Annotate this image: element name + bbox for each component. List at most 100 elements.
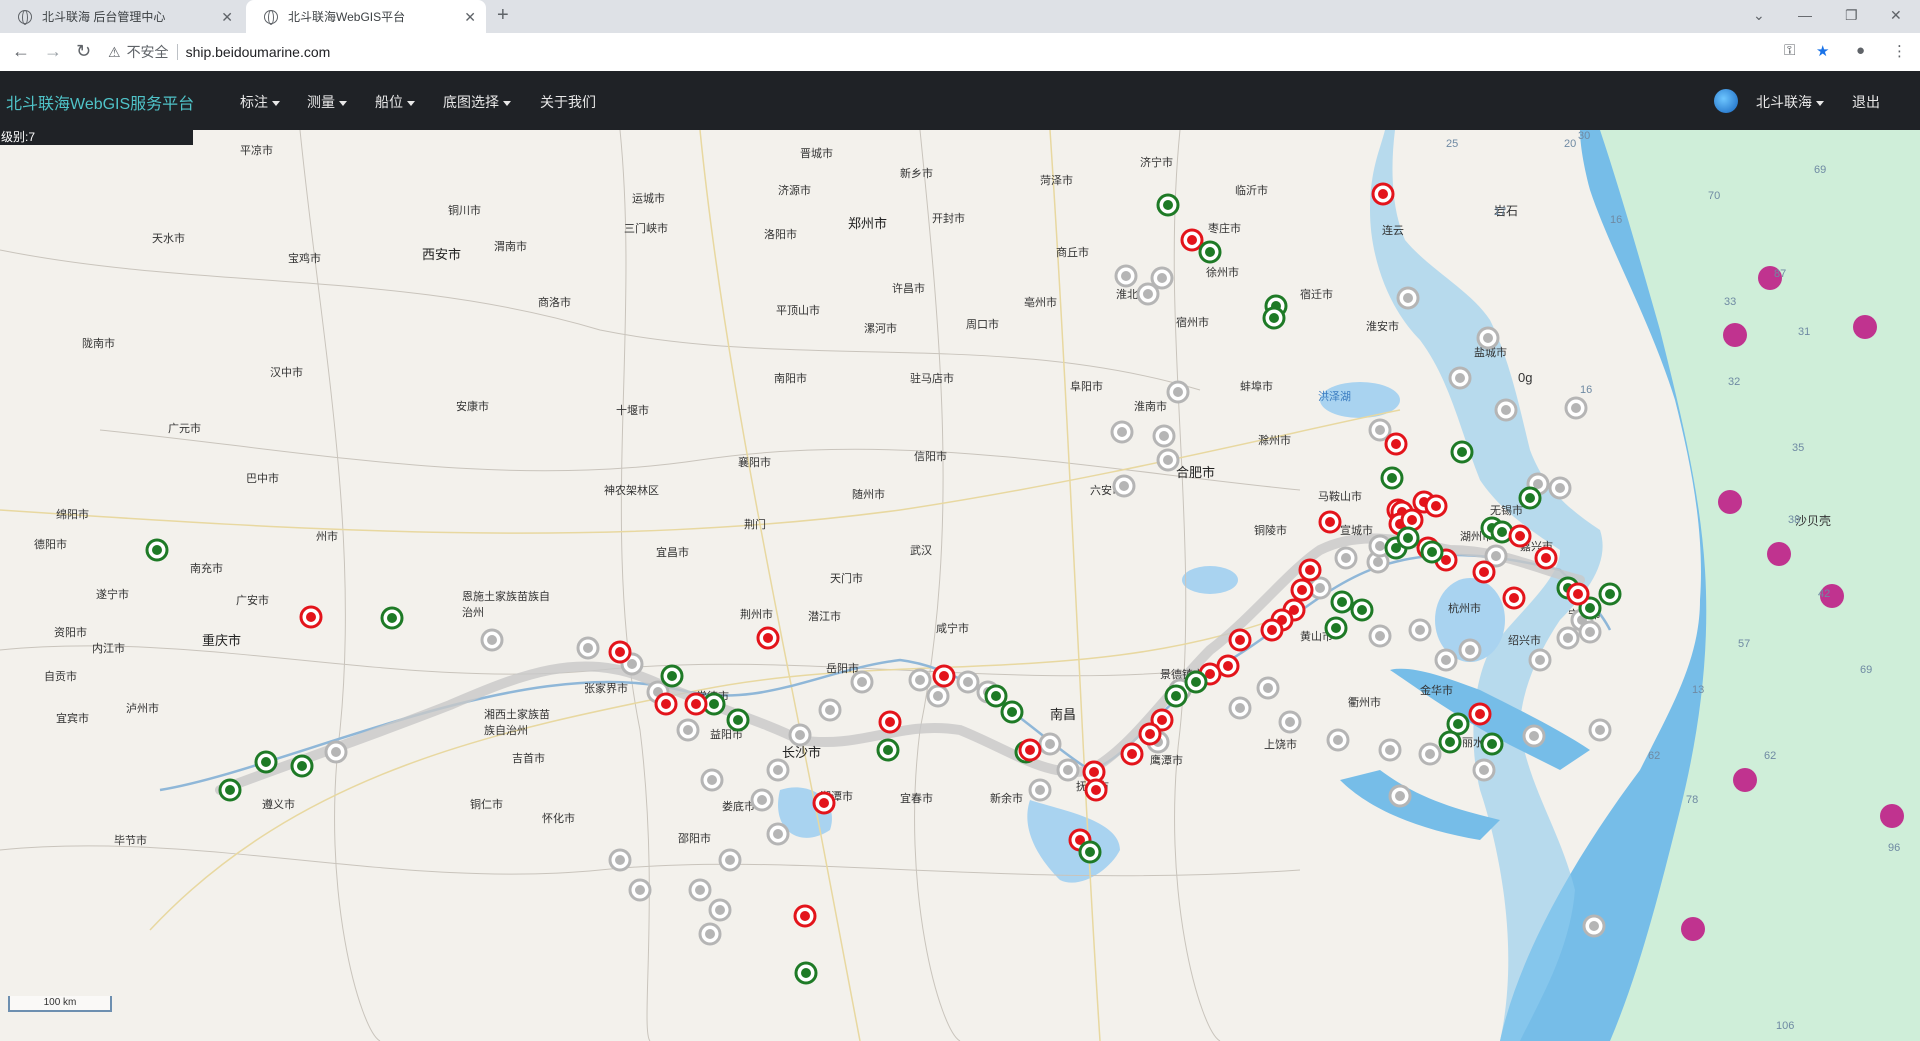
place-label: 毕节市 <box>114 835 147 847</box>
warning-icon[interactable]: ⚠ <box>108 44 121 61</box>
place-label: 无锡市 <box>1490 505 1523 517</box>
user-avatar[interactable] <box>1714 89 1738 113</box>
scale-bar: 100 km <box>8 996 112 1012</box>
depth-number: 69 <box>1860 664 1873 676</box>
browser-tab-admin[interactable]: 北斗联海 后台管理中心 ✕ <box>0 0 243 33</box>
back-icon[interactable]: ← <box>12 41 30 62</box>
address-bar: ← → ↻ ⚠ 不安全 ship.beidoumarine.com ⚿ ★ ● … <box>0 33 1920 72</box>
menu-annotate[interactable]: 标注 <box>240 92 280 112</box>
close-tab-icon[interactable]: ✕ <box>464 9 476 26</box>
key-icon[interactable]: ⚿ <box>1784 42 1795 59</box>
close-window-icon[interactable]: ✕ <box>1890 0 1902 30</box>
tab-title: 北斗联海WebGIS平台 <box>288 10 406 24</box>
place-label: 晋城市 <box>800 148 833 160</box>
place-label: 广安市 <box>236 595 269 607</box>
depth-number: 38 <box>1788 514 1801 526</box>
place-label: 宿迁市 <box>1300 289 1333 301</box>
depth-number: 13 <box>1692 684 1705 696</box>
place-label: 驻马店市 <box>910 373 954 385</box>
place-label: 荆州市 <box>740 609 773 621</box>
place-label: 天门市 <box>830 573 863 585</box>
place-label: 运城市 <box>632 193 665 205</box>
place-label: 洛阳市 <box>764 229 797 241</box>
lake-label: 洪泽湖 <box>1318 391 1351 403</box>
profile-icon[interactable]: ● <box>1856 42 1865 59</box>
logout-link[interactable]: 退出 <box>1852 92 1880 112</box>
place-label: 十堰市 <box>616 405 649 417</box>
place-label: 宜宾市 <box>56 713 89 725</box>
poyang-lake <box>1027 800 1120 883</box>
globe-icon <box>18 9 32 25</box>
place-label: 陇南市 <box>82 338 115 350</box>
restore-icon[interactable]: ❐ <box>1845 0 1858 30</box>
place-label: 衢州市 <box>1348 697 1381 709</box>
depth-number: 78 <box>1686 794 1699 806</box>
place-label: 娄底市 <box>722 801 755 813</box>
depth-number: 62 <box>1764 750 1777 762</box>
bookmark-star-icon[interactable]: ★ <box>1816 42 1829 60</box>
new-tab-icon[interactable]: + <box>497 4 509 27</box>
place-label: 绵阳市 <box>56 509 89 521</box>
place-label: 景德镇市 <box>1160 669 1204 681</box>
depth-number: 30 <box>1578 130 1591 142</box>
place-label: 巴中市 <box>246 473 279 485</box>
insecure-label[interactable]: 不安全 <box>127 42 169 62</box>
zoom-level-indicator: 级别:7 <box>0 130 193 145</box>
url-text[interactable]: ship.beidoumarine.com <box>186 44 331 60</box>
browser-tab-webgis[interactable]: 北斗联海WebGIS平台 ✕ <box>246 0 486 33</box>
place-label: 抚州市 <box>1076 781 1109 793</box>
place-label: 亳州市 <box>1024 297 1057 309</box>
place-label: 商洛市 <box>538 297 571 309</box>
taihu-lake <box>1435 578 1505 662</box>
menu-about[interactable]: 关于我们 <box>540 92 596 112</box>
province-borders <box>0 130 1301 1041</box>
place-label: 南充市 <box>190 563 223 575</box>
brand-title[interactable]: 北斗联海WebGIS服务平台 <box>6 90 194 114</box>
depth-number: 106 <box>1776 1020 1795 1032</box>
menu-label: 标注 <box>240 94 268 110</box>
minimize-icon[interactable]: — <box>1798 0 1812 30</box>
app-navbar: 北斗联海WebGIS服务平台 标注 测量 船位 底图选择 关于我们 北斗联海 退… <box>0 71 1920 130</box>
tab-title: 北斗联海 后台管理中心 <box>42 10 166 24</box>
reload-icon[interactable]: ↻ <box>76 41 91 62</box>
menu-measure[interactable]: 测量 <box>307 92 347 112</box>
place-label: 鹰潭市 <box>1150 755 1183 767</box>
place-label: 菏泽市 <box>1040 175 1073 187</box>
place-label: 淮安市 <box>1366 321 1399 333</box>
menu-dots-icon[interactable]: ⋮ <box>1892 42 1907 60</box>
depth-number: 33 <box>1724 296 1737 308</box>
place-label: 襄阳市 <box>738 457 771 469</box>
forward-icon[interactable]: → <box>44 41 62 62</box>
depth-number: 70 <box>1708 190 1721 202</box>
place-label: 漯河市 <box>864 323 897 335</box>
caret-down-icon <box>407 100 415 106</box>
user-name: 北斗联海 <box>1756 94 1812 110</box>
globe-icon <box>264 9 278 25</box>
caret-down-icon <box>1816 100 1824 106</box>
place-label: 济宁市 <box>1140 157 1173 169</box>
menu-basemap[interactable]: 底图选择 <box>443 92 511 112</box>
menu-ship-position[interactable]: 船位 <box>375 92 415 112</box>
place-label: 合肥市 <box>1176 465 1216 480</box>
place-label: 商丘市 <box>1056 247 1089 259</box>
place-label: 上饶市 <box>1264 739 1297 751</box>
depth-number: 31 <box>1798 326 1811 338</box>
basemap-svg <box>0 130 1920 1041</box>
url-field[interactable]: ⚠ 不安全 ship.beidoumarine.com <box>108 38 1808 66</box>
close-tab-icon[interactable]: ✕ <box>221 9 233 26</box>
place-label: 新余市 <box>990 793 1023 805</box>
place-label: 淮南市 <box>1134 401 1167 413</box>
place-label: 绍兴市 <box>1508 635 1541 647</box>
place-label: 遵义市 <box>262 799 295 811</box>
depth-number: 42 <box>1818 588 1831 600</box>
place-label: 宜昌市 <box>656 547 689 559</box>
place-label: 平顶山市 <box>776 305 820 317</box>
tab-search-icon[interactable]: ⌄ <box>1753 0 1765 30</box>
place-label: 枣庄市 <box>1208 223 1241 235</box>
map-canvas[interactable]: 级别:7 平凉市 晋城市 新乡市 济宁市 菏泽市 临沂市 铜川市 运城市 济源市… <box>0 130 1920 1041</box>
place-label: 潜江市 <box>808 611 841 623</box>
place-label: 嘉兴市 <box>1520 541 1553 553</box>
place-label: 宝鸡市 <box>288 253 321 265</box>
divider <box>176 44 178 60</box>
user-menu[interactable]: 北斗联海 <box>1756 92 1824 112</box>
